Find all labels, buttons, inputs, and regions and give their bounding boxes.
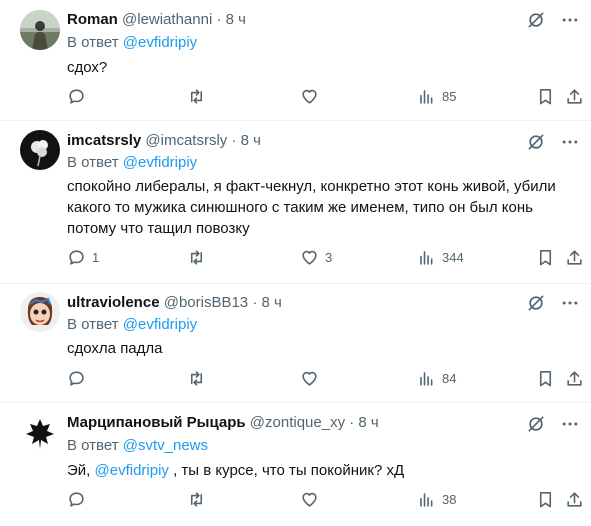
- retweet-button[interactable]: [187, 490, 212, 509]
- bookmark-button[interactable]: [536, 87, 555, 106]
- avatar[interactable]: [20, 292, 60, 332]
- avatar[interactable]: [20, 413, 60, 453]
- user-handle[interactable]: @zontique_xy: [250, 414, 345, 431]
- retweet-button[interactable]: [187, 248, 212, 267]
- bookmark-button[interactable]: [536, 490, 555, 509]
- share-button[interactable]: [565, 248, 584, 267]
- more-icon[interactable]: [559, 9, 581, 31]
- timestamp[interactable]: 8 ч: [358, 414, 378, 431]
- tweet-actions: 84: [67, 369, 589, 391]
- tweet-text: Эй, @evfidripiy , ты в курсе, что ты пок…: [67, 460, 567, 481]
- display-name[interactable]: Roman: [67, 11, 118, 28]
- grok-icon[interactable]: [525, 9, 547, 31]
- avatar[interactable]: [20, 130, 60, 170]
- tweet[interactable]: Марципановый Рыцарь @zontique_xy · 8 ч В…: [0, 403, 591, 526]
- like-button[interactable]: [300, 87, 325, 106]
- retweet-button[interactable]: [187, 369, 212, 388]
- reply-mention-link[interactable]: @evfidripiy: [123, 34, 197, 51]
- bookmark-button[interactable]: [536, 248, 555, 267]
- grok-icon[interactable]: [525, 131, 547, 153]
- reply-context: В ответ @evfidripiy: [67, 153, 197, 173]
- share-button[interactable]: [565, 490, 584, 509]
- views-count: 344: [442, 250, 464, 265]
- views-count: 85: [442, 89, 457, 104]
- grok-icon[interactable]: [525, 292, 547, 314]
- tweet-text: сдох?: [67, 59, 108, 76]
- separator-dot: ·: [216, 11, 222, 28]
- views-button[interactable]: 85: [417, 87, 456, 106]
- tweet-actions: 85: [67, 87, 589, 109]
- reply-prefix: В ответ: [67, 154, 119, 171]
- reply-mention-link[interactable]: @evfidripiy: [123, 154, 197, 171]
- views-button[interactable]: 84: [417, 369, 456, 388]
- reply-mention-link[interactable]: @evfidripiy: [123, 316, 197, 333]
- more-icon[interactable]: [559, 413, 581, 435]
- tweet[interactable]: imcatsrsly @imcatsrsly · 8 ч В ответ @ev…: [0, 121, 591, 284]
- reply-button[interactable]: [67, 369, 92, 388]
- grok-icon[interactable]: [525, 413, 547, 435]
- reply-mention-link[interactable]: @svtv_news: [123, 437, 208, 454]
- retweet-button[interactable]: [187, 87, 212, 106]
- separator-dot: ·: [231, 132, 237, 149]
- user-handle[interactable]: @borisBB13: [164, 294, 248, 311]
- reply-context: В ответ @evfidripiy: [67, 315, 197, 335]
- reply-count: 1: [92, 250, 100, 265]
- tweet-top-actions: [525, 413, 581, 435]
- avatar[interactable]: [20, 10, 60, 50]
- reply-prefix: В ответ: [67, 316, 119, 333]
- views-button[interactable]: 344: [417, 248, 464, 267]
- tweet[interactable]: ultraviolence @borisBB13 · 8 ч В ответ @…: [0, 284, 591, 403]
- display-name[interactable]: imcatsrsly: [67, 132, 141, 149]
- tweet-header: imcatsrsly @imcatsrsly · 8 ч: [67, 131, 261, 151]
- tweet[interactable]: Roman @lewiathanni · 8 ч В ответ @evfidr…: [0, 0, 591, 121]
- user-handle[interactable]: @imcatsrsly: [145, 132, 227, 149]
- like-button[interactable]: 3: [300, 248, 332, 267]
- reply-button[interactable]: 1: [67, 248, 99, 267]
- tweet-actions: 38: [67, 490, 589, 512]
- timestamp[interactable]: 8 ч: [226, 11, 246, 28]
- timestamp[interactable]: 8 ч: [262, 294, 282, 311]
- reply-context: В ответ @evfidripiy: [67, 33, 197, 53]
- reply-context: В ответ @svtv_news: [67, 436, 208, 456]
- views-button[interactable]: 38: [417, 490, 456, 509]
- views-count: 38: [442, 492, 457, 507]
- tweet-text-part: , ты в курсе, что ты покойник? хД: [168, 462, 405, 479]
- tweet-top-actions: [525, 131, 581, 153]
- tweet-mention-link[interactable]: @evfidripiy: [95, 462, 169, 479]
- timestamp[interactable]: 8 ч: [241, 132, 261, 149]
- tweet-text-part: Эй,: [67, 462, 95, 479]
- like-button[interactable]: [300, 490, 325, 509]
- share-button[interactable]: [565, 369, 584, 388]
- tweet-text: сдохла падла: [67, 340, 163, 357]
- tweet-text: спокойно либералы, я факт-чекнул, конкре…: [67, 178, 556, 237]
- share-button[interactable]: [565, 87, 584, 106]
- more-icon[interactable]: [559, 131, 581, 153]
- tweet-header: Марципановый Рыцарь @zontique_xy · 8 ч: [67, 413, 379, 433]
- tweet-header: ultraviolence @borisBB13 · 8 ч: [67, 293, 282, 313]
- separator-dot: ·: [252, 294, 258, 311]
- display-name[interactable]: Марципановый Рыцарь: [67, 414, 246, 431]
- reply-button[interactable]: [67, 490, 92, 509]
- more-icon[interactable]: [559, 292, 581, 314]
- tweet-top-actions: [525, 292, 581, 314]
- separator-dot: ·: [349, 414, 355, 431]
- tweet-top-actions: [525, 9, 581, 31]
- reply-prefix: В ответ: [67, 437, 119, 454]
- like-count: 3: [325, 250, 333, 265]
- tweet-header: Roman @lewiathanni · 8 ч: [67, 10, 246, 30]
- views-count: 84: [442, 371, 457, 386]
- bookmark-button[interactable]: [536, 369, 555, 388]
- like-button[interactable]: [300, 369, 325, 388]
- reply-button[interactable]: [67, 87, 92, 106]
- tweet-actions: 1 3 344: [67, 248, 589, 270]
- reply-prefix: В ответ: [67, 34, 119, 51]
- user-handle[interactable]: @lewiathanni: [122, 11, 212, 28]
- display-name[interactable]: ultraviolence: [67, 294, 160, 311]
